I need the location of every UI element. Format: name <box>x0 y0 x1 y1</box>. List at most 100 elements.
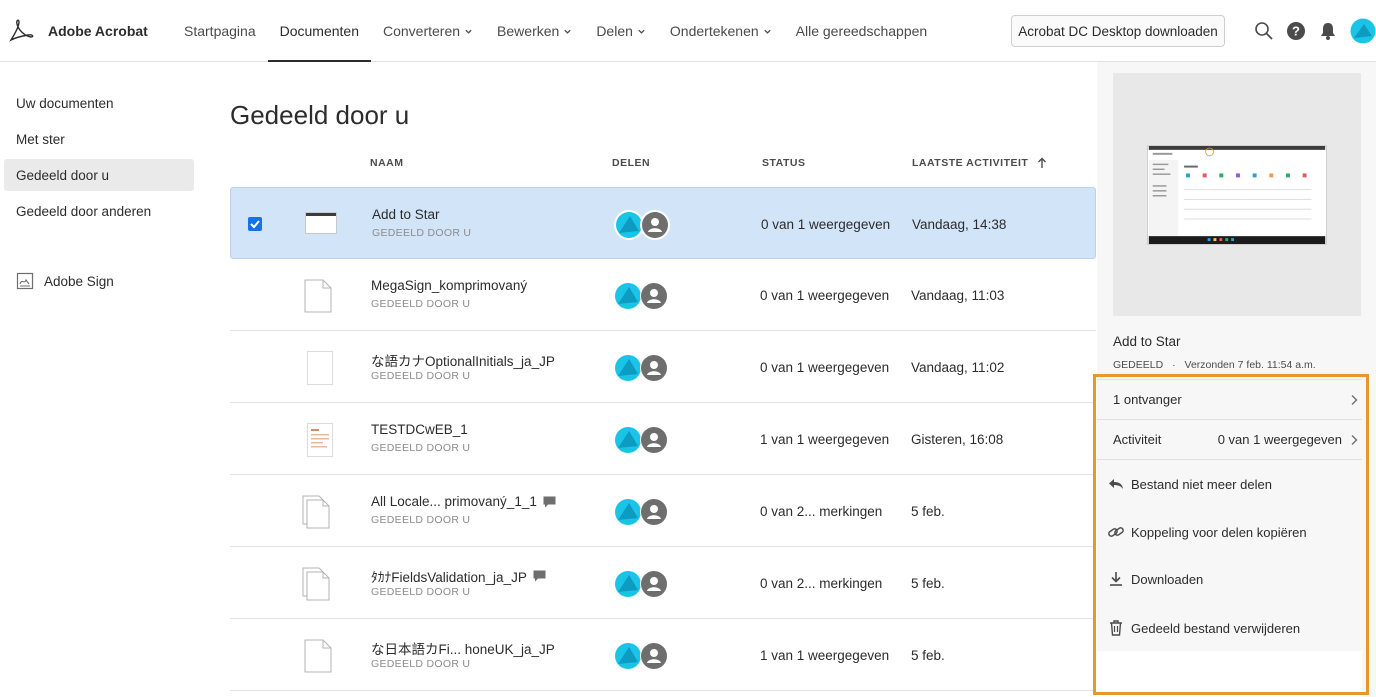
table-row[interactable]: ﾀｶﾅFieldsValidation_ja_JP GEDEELD DOOR U… <box>230 547 1096 619</box>
meta-separator: · <box>1172 359 1176 371</box>
acrobat-logo-icon <box>9 19 34 42</box>
sidebar-item-label: Met ster <box>16 131 65 147</box>
share-avatars[interactable] <box>613 209 673 241</box>
panel-sent-date: Verzonden 7 feb. 11:54 a.m. <box>1184 359 1316 371</box>
svg-text:?: ? <box>1292 24 1300 39</box>
file-name[interactable]: Add to Star <box>372 207 440 222</box>
download-desktop-button[interactable]: Acrobat DC Desktop downloaden <box>1011 15 1225 47</box>
last-activity: Vandaag, 11:02 <box>911 360 1005 375</box>
sidebar-item-gedeeld-door-anderen[interactable]: Gedeeld door anderen <box>4 195 194 227</box>
file-name-text: All Locale... primovaný_1_1 <box>371 494 537 509</box>
sidebar-item-uw-documenten[interactable]: Uw documenten <box>4 87 194 119</box>
last-activity: 5 feb. <box>911 576 945 591</box>
panel-status-label: GEDEELD <box>1113 359 1164 371</box>
file-sub: GEDEELD DOOR U <box>371 658 471 670</box>
nav-label: Alle gereedschappen <box>795 23 928 39</box>
file-name[interactable]: な語カナOptionalInitials_ja_JP <box>371 350 555 370</box>
row-checkbox[interactable] <box>248 217 262 231</box>
chevron-down-icon <box>465 29 472 34</box>
file-icon <box>304 279 332 313</box>
preview-screenshot-image <box>1147 145 1327 245</box>
column-header-activity[interactable]: LAATSTE ACTIVITEIT <box>912 157 1047 169</box>
file-name[interactable]: ﾀｶﾅFieldsValidation_ja_JP <box>371 566 546 586</box>
file-icon <box>304 639 332 673</box>
comment-icon <box>533 570 546 582</box>
comment-icon <box>543 496 556 507</box>
share-avatars[interactable] <box>612 496 672 528</box>
last-activity: Vandaag, 11:03 <box>911 288 1005 303</box>
share-status: 0 van 1 weergegeven <box>760 360 890 375</box>
share-status: 1 van 1 weergegeven <box>760 648 890 663</box>
chevron-down-icon <box>763 29 771 34</box>
table-row[interactable]: MegaSign_komprimovaný GEDEELD DOOR U 0 v… <box>230 259 1096 331</box>
nav-label: Converteren <box>383 23 461 39</box>
user-avatar[interactable] <box>1350 18 1376 44</box>
table-row[interactable]: な語カナOptionalInitials_ja_JP GEDEELD DOOR … <box>230 331 1096 403</box>
nav-alle-gereedschappen[interactable]: Alle gereedschappen <box>784 0 940 62</box>
last-activity: Vandaag, 14:38 <box>912 217 1007 232</box>
file-thumbnail <box>305 212 337 234</box>
share-status: 0 van 2... merkingen <box>760 504 883 519</box>
nav-label: Ondertekenen <box>669 23 759 39</box>
nav-label: Bewerken <box>497 23 560 39</box>
file-name[interactable]: MegaSign_komprimovaný <box>371 278 527 293</box>
column-header-name[interactable]: NAAM <box>370 157 404 169</box>
nav-bewerken[interactable]: Bewerken <box>485 0 584 62</box>
column-header-share: DELEN <box>612 157 651 169</box>
chevron-down-icon <box>638 29 645 34</box>
multi-file-icon <box>302 495 330 529</box>
sidebar-item-gedeeld-door-u[interactable]: Gedeeld door u <box>4 159 194 191</box>
notifications-bell-icon[interactable] <box>1318 21 1338 41</box>
file-name[interactable]: All Locale... primovaný_1_1 <box>371 494 556 509</box>
file-name[interactable]: な日本語カFi... honeUK_ja_JP <box>371 638 555 658</box>
page-title: Gedeeld door u <box>230 100 410 130</box>
file-thumbnail <box>307 351 333 385</box>
sidebar-item-label: Uw documenten <box>16 95 114 111</box>
nav-startpagina[interactable]: Startpagina <box>172 0 268 62</box>
sidebar-item-met-ster[interactable]: Met ster <box>4 123 194 155</box>
file-name-text: MegaSign_komprimovaný <box>371 278 528 293</box>
file-sub: GEDEELD DOOR U <box>371 586 471 598</box>
share-avatars[interactable] <box>612 424 672 456</box>
share-avatars[interactable] <box>612 568 672 600</box>
multi-file-icon <box>302 567 330 601</box>
sidebar-item-adobe-sign[interactable]: Adobe Sign <box>4 265 194 297</box>
share-avatars[interactable] <box>612 640 672 672</box>
file-preview[interactable] <box>1113 73 1361 316</box>
share-status: 0 van 2... merkingen <box>760 576 883 591</box>
column-header-status[interactable]: STATUS <box>762 157 805 169</box>
table-row[interactable]: Add to Star GEDEELD DOOR U 0 van 1 weerg… <box>230 187 1096 259</box>
sidebar-item-label: Adobe Sign <box>44 273 114 289</box>
file-sub: GEDEELD DOOR U <box>371 370 471 382</box>
top-bar: Adobe Acrobat Startpagina Documenten Con… <box>0 0 1376 62</box>
brand[interactable]: Adobe Acrobat <box>8 18 148 44</box>
chevron-down-icon <box>564 29 571 34</box>
file-name[interactable]: TESTDCwEB_1 <box>371 422 468 437</box>
share-avatars[interactable] <box>612 280 672 312</box>
table-row[interactable]: な日本語カFi... honeUK_ja_JP GEDEELD DOOR U 1… <box>230 619 1096 691</box>
search-icon[interactable] <box>1254 21 1274 41</box>
nav-documenten[interactable]: Documenten <box>267 0 372 62</box>
last-activity: 5 feb. <box>911 504 945 519</box>
nav-ondertekenen[interactable]: Ondertekenen <box>658 0 784 62</box>
sidebar-item-label: Gedeeld door anderen <box>16 203 152 219</box>
share-status: 0 van 1 weergegeven <box>760 288 890 303</box>
nav-label: Delen <box>596 23 633 39</box>
file-sub: GEDEELD DOOR U <box>371 514 471 526</box>
highlight-box <box>1093 374 1369 695</box>
sort-ascending-icon <box>1038 157 1047 168</box>
column-header-activity-label: LAATSTE ACTIVITEIT <box>912 157 1029 169</box>
panel-file-name: Add to Star <box>1113 334 1181 349</box>
nav-label: Startpagina <box>184 23 256 39</box>
table-row[interactable]: TESTDCwEB_1 GEDEELD DOOR U 1 van 1 weerg… <box>230 403 1096 475</box>
share-avatars[interactable] <box>612 352 672 384</box>
nav-converteren[interactable]: Converteren <box>371 0 485 62</box>
check-icon <box>250 220 260 229</box>
table-row[interactable]: All Locale... primovaný_1_1 GEDEELD DOOR… <box>230 475 1096 547</box>
help-icon[interactable]: ? <box>1286 21 1306 41</box>
nav-delen[interactable]: Delen <box>584 0 658 62</box>
file-name-text: Add to Star <box>372 207 440 222</box>
sidebar-item-label: Gedeeld door u <box>16 167 110 183</box>
file-sub: GEDEELD DOOR U <box>371 298 471 310</box>
file-name-text: な日本語カFi... honeUK_ja_JP <box>371 642 555 657</box>
